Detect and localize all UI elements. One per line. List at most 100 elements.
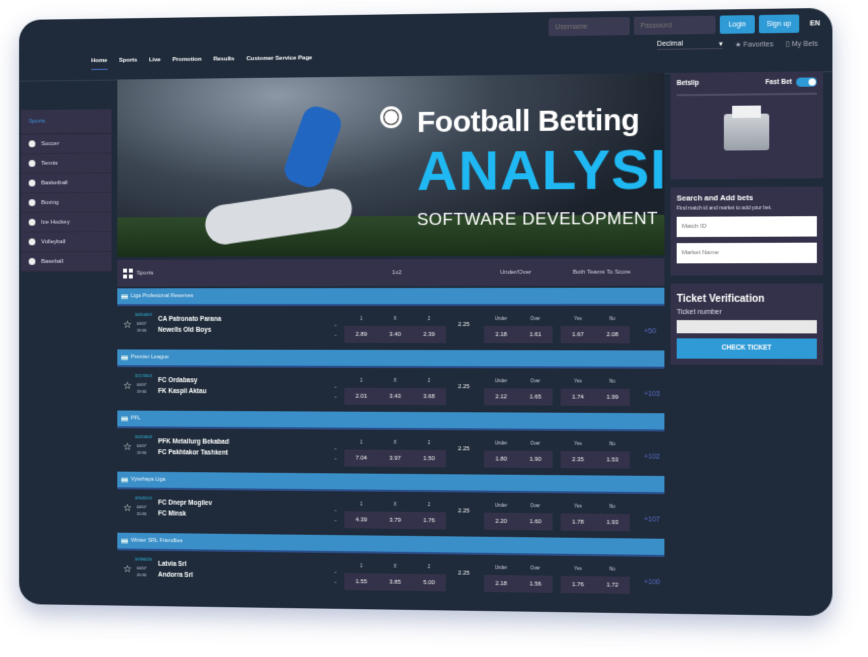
- player-figure: [281, 103, 345, 191]
- odd-label: Under: [484, 378, 518, 383]
- promo-banner[interactable]: Football Betting ANALYSIS SOFTWARE DEVEL…: [117, 73, 664, 257]
- odd-button[interactable]: 1.74: [561, 389, 595, 406]
- league-header[interactable]: Premier League: [117, 349, 664, 368]
- sidebar-item-basketball[interactable]: Basketball: [21, 173, 112, 193]
- odd-button[interactable]: 1.61: [518, 326, 552, 343]
- nav-sports[interactable]: Sports: [119, 58, 137, 70]
- odd-button[interactable]: 1.93: [595, 514, 630, 532]
- table-row: ☆ 34814459 04/07 19:30 CA Patronato Paran…: [117, 306, 664, 349]
- ticket-number-input[interactable]: [677, 320, 817, 333]
- username-input[interactable]: [549, 17, 630, 36]
- match-id: 34366226: [135, 556, 152, 561]
- odd-label: 2: [412, 564, 446, 569]
- more-markets-link[interactable]: +50: [644, 328, 656, 335]
- home-team: CA Patronato Parana: [158, 316, 221, 323]
- odd-button[interactable]: 3.40: [378, 326, 412, 343]
- favorite-star-icon[interactable]: ☆: [123, 381, 132, 392]
- odd-button[interactable]: 3.68: [412, 388, 446, 405]
- odd-button[interactable]: 1.72: [595, 576, 630, 594]
- receipt-icon: ▯: [786, 41, 790, 48]
- odd-button[interactable]: 1.55: [344, 573, 378, 590]
- odd-button[interactable]: 2.08: [595, 326, 630, 343]
- nav-customer-service[interactable]: Customer Service Page: [246, 55, 312, 68]
- flag-icon: [121, 538, 128, 543]
- favorite-star-icon[interactable]: ☆: [123, 503, 132, 514]
- odd-button[interactable]: 3.43: [378, 388, 412, 405]
- fast-bet-toggle[interactable]: [796, 77, 817, 86]
- signup-button[interactable]: Sign up: [758, 14, 799, 33]
- odd-button[interactable]: 1.67: [561, 326, 595, 343]
- odd-label: Yes: [561, 566, 595, 571]
- more-markets-link[interactable]: +100: [644, 579, 660, 586]
- sidebar-item-volleyball[interactable]: Volleyball: [21, 232, 112, 252]
- sport-icon: [29, 199, 36, 206]
- odd-button[interactable]: 7.04: [344, 449, 378, 466]
- odd-button[interactable]: 2.01: [344, 388, 378, 405]
- odd-button[interactable]: 1.76: [561, 576, 595, 594]
- favorite-star-icon[interactable]: ☆: [123, 320, 132, 331]
- league-header[interactable]: Liga Profesional Reserves: [117, 288, 664, 306]
- odd-button[interactable]: 1.99: [595, 389, 630, 406]
- fast-bet-label: Fast Bet: [765, 79, 792, 86]
- sidebar-item-ice-hockey[interactable]: Ice Hockey: [21, 213, 112, 233]
- betslip-title: Betslip: [677, 80, 699, 87]
- my-bets-link[interactable]: ▯ My Bets: [786, 39, 818, 48]
- password-input[interactable]: [634, 16, 716, 35]
- odd-button[interactable]: 1.80: [484, 450, 518, 467]
- odd-button[interactable]: 1.53: [595, 451, 630, 468]
- nav-promotion[interactable]: Promotion: [172, 57, 201, 69]
- odds-format-select[interactable]: Decimal ▾: [657, 40, 723, 50]
- sidebar-item-baseball[interactable]: Baseball: [21, 252, 112, 272]
- banner-title: Football Betting: [417, 104, 639, 140]
- sidebar-item-tennis[interactable]: Tennis: [21, 153, 112, 173]
- home-score: -: [335, 385, 337, 391]
- sidebar-item-soccer[interactable]: Soccer: [21, 134, 112, 154]
- more-markets-link[interactable]: +107: [644, 516, 660, 523]
- odd-button[interactable]: 2.35: [561, 451, 595, 468]
- odd-button[interactable]: 2.39: [412, 326, 446, 343]
- nav-home[interactable]: Home: [91, 58, 107, 70]
- odd-button[interactable]: 3.97: [378, 450, 412, 467]
- home-team: FC Dnepr Mogilev: [158, 500, 212, 507]
- favorite-star-icon[interactable]: ☆: [123, 442, 132, 453]
- odd-button[interactable]: 5.00: [412, 574, 446, 591]
- odd-button[interactable]: 2.18: [484, 326, 518, 343]
- odd-button[interactable]: 1.56: [518, 575, 552, 593]
- home-score: -: [335, 323, 337, 329]
- flag-icon: [121, 294, 128, 299]
- sidebar-item-boxing[interactable]: Boxing: [21, 193, 112, 213]
- away-score: -: [335, 580, 337, 586]
- odd-button[interactable]: 2.89: [344, 326, 378, 343]
- login-button[interactable]: Login: [720, 15, 754, 34]
- odd-label: Yes: [561, 503, 595, 508]
- odd-button[interactable]: 2.18: [484, 575, 518, 593]
- check-ticket-button[interactable]: CHECK TICKET: [677, 338, 817, 359]
- favorite-star-icon[interactable]: ☆: [123, 564, 132, 575]
- league-name: PFL: [131, 415, 141, 421]
- more-markets-link[interactable]: +102: [644, 454, 660, 461]
- odd-button[interactable]: 1.50: [412, 450, 446, 467]
- odd-button[interactable]: 1.76: [412, 512, 446, 529]
- language-selector[interactable]: EN: [810, 20, 820, 27]
- odd-button[interactable]: 1.78: [561, 513, 595, 530]
- nav-results[interactable]: Results: [213, 56, 234, 68]
- odd-button[interactable]: 4.39: [344, 511, 378, 528]
- odd-button[interactable]: 3.79: [378, 512, 412, 529]
- odd-button[interactable]: 2.20: [484, 513, 518, 530]
- odd-button[interactable]: 3.85: [378, 573, 412, 590]
- favorites-link[interactable]: ★ Favorites: [735, 40, 773, 49]
- col-1x2: 1x2: [392, 270, 402, 276]
- odd-button[interactable]: 1.65: [518, 388, 552, 405]
- odd-button[interactable]: 1.60: [518, 513, 552, 530]
- nav-live[interactable]: Live: [149, 57, 161, 69]
- table-header: Sports 1x2 Under/Over Both Teams To Scor…: [117, 258, 664, 286]
- odd-button[interactable]: 2.12: [484, 388, 518, 405]
- match-id-input[interactable]: [677, 216, 817, 237]
- more-markets-link[interactable]: +103: [644, 391, 660, 398]
- market-name-input[interactable]: [677, 243, 817, 264]
- odd-label: Over: [518, 316, 552, 321]
- odd-button[interactable]: 1.90: [518, 451, 552, 468]
- sidebar-title: Sports: [21, 109, 112, 134]
- league-name: Vysshaya Liga: [131, 477, 166, 483]
- away-team: Newells Old Boys: [158, 327, 211, 334]
